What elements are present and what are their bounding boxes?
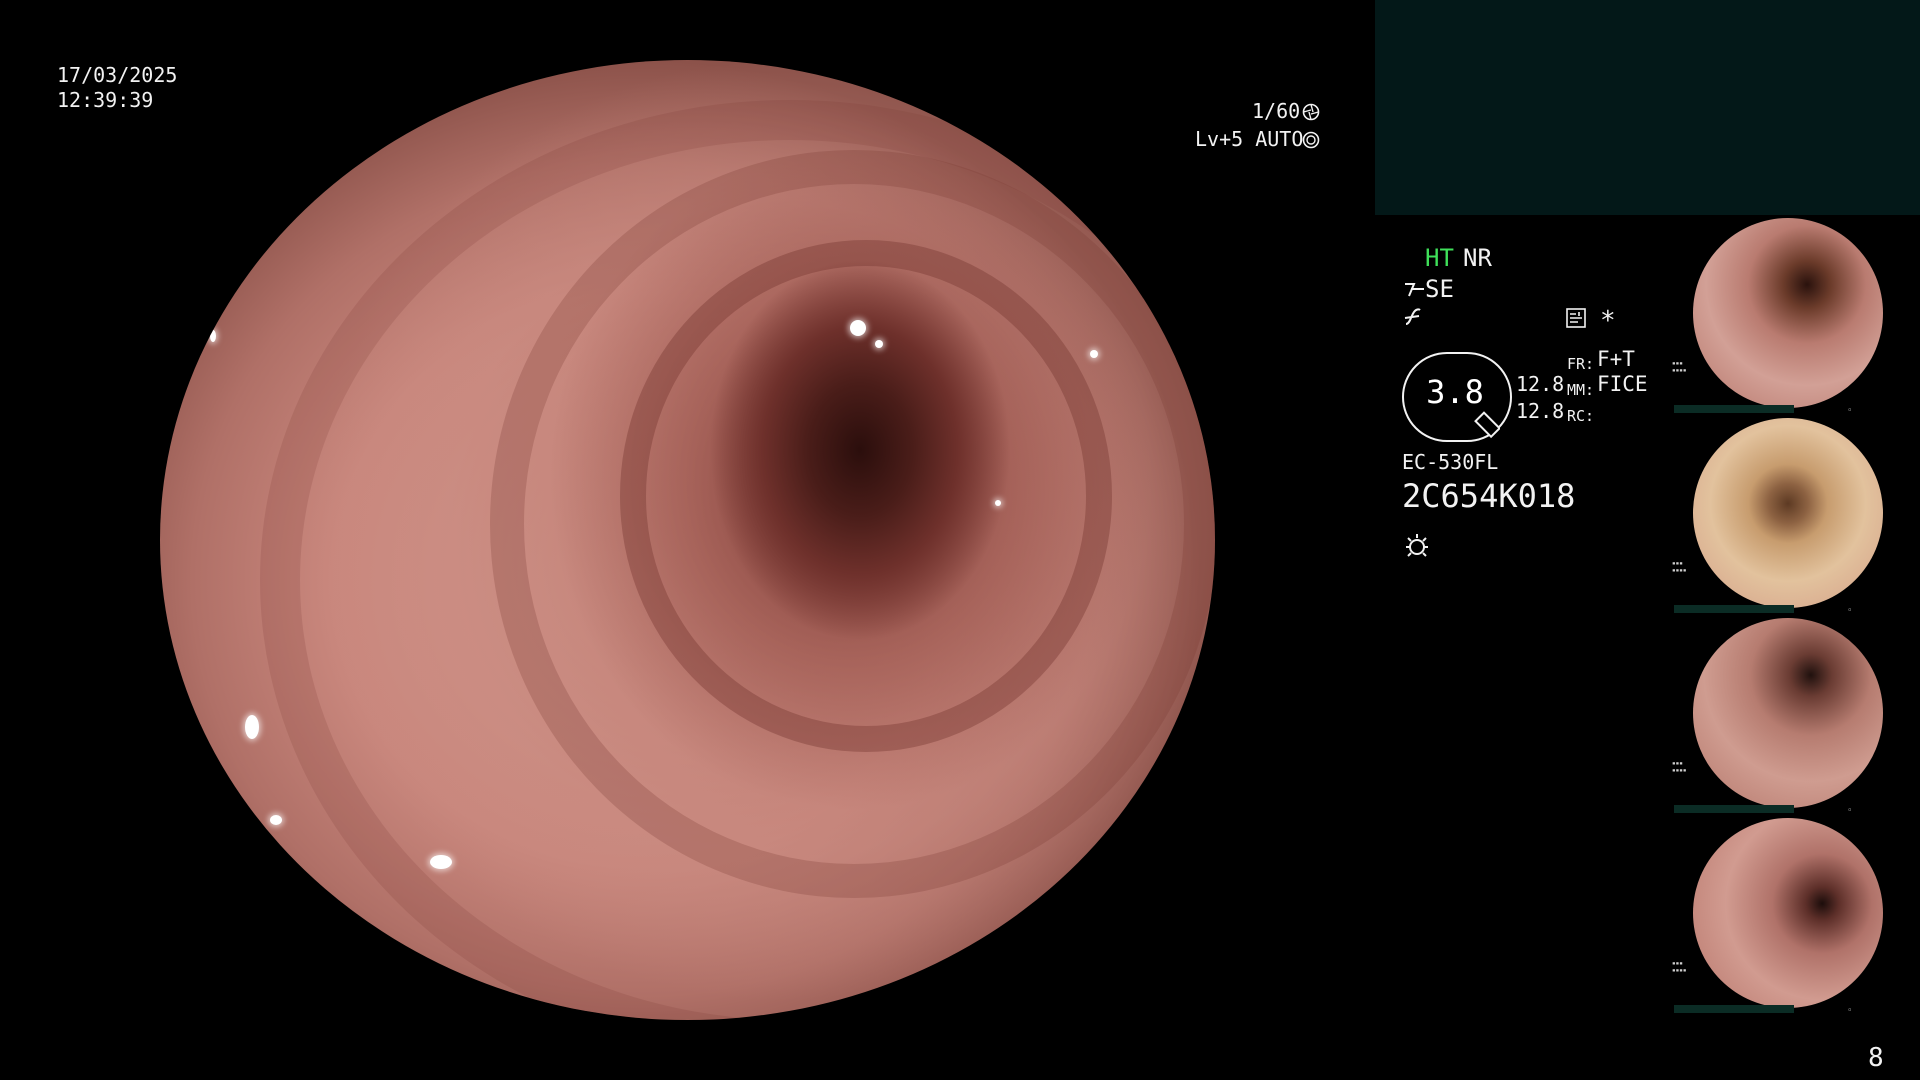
thumbnail-4-dot: ◦ <box>1847 1006 1853 1016</box>
thumbnail-4-meta: ▪▪▪ ▪▪▪▪ <box>1672 960 1687 974</box>
thumbnail-3[interactable] <box>1693 618 1883 808</box>
scope-model: EC-530FL <box>1402 450 1499 474</box>
thumbnail-1[interactable] <box>1693 218 1883 408</box>
thumbnail-3-meta: ▪▪▪ ▪▪▪▪ <box>1672 760 1687 774</box>
zoom-value: 3.8 <box>1426 373 1484 411</box>
thumbnail-3-dot: ◦ <box>1847 806 1853 816</box>
thumbnail-2-bar <box>1674 605 1794 613</box>
structure-enhance-icon <box>1405 283 1424 297</box>
specular-highlight <box>270 815 282 825</box>
ht-label: HT <box>1425 244 1454 272</box>
value-2: 12.8 <box>1516 399 1565 423</box>
thumbnail-3-bar <box>1674 805 1794 813</box>
date-label: 17/03/2025 <box>57 63 178 87</box>
mucosal-fold <box>260 100 1215 1020</box>
thumbnail-1-dot: ◦ <box>1847 406 1853 416</box>
mm-label: MM: <box>1567 381 1595 399</box>
top-right-panel <box>1375 0 1920 215</box>
freeze-icon <box>1566 308 1586 328</box>
level-label: Lv+5 AUTO <box>1195 127 1304 151</box>
thumbnail-2-dot: ◦ <box>1847 606 1853 616</box>
gamma-icon <box>1404 308 1421 325</box>
specular-highlight <box>875 340 883 348</box>
fr-label: FR: <box>1567 355 1595 373</box>
specular-highlight <box>430 855 452 869</box>
fr-value: F+T <box>1597 347 1635 371</box>
specular-highlight <box>245 715 259 739</box>
shutter-label: 1/60 <box>1252 99 1301 123</box>
thumbnail-2[interactable] <box>1693 418 1883 608</box>
specular-highlight <box>995 500 1001 506</box>
thumbnail-1-bar <box>1674 405 1794 413</box>
iris-icon <box>1302 131 1320 149</box>
magnifier-icon <box>1474 411 1500 439</box>
value-1: 12.8 <box>1516 372 1565 396</box>
thumbnail-4-bar <box>1674 1005 1794 1013</box>
specular-highlight <box>1090 350 1098 358</box>
thumbnail-2-meta: ▪▪▪ ▪▪▪▪ <box>1672 560 1687 574</box>
nr-label: NR <box>1463 244 1492 272</box>
mm-value: FICE <box>1597 372 1648 396</box>
scope-serial: 2C654K018 <box>1402 477 1576 515</box>
aperture-icon <box>1302 103 1320 121</box>
page-number: 8 <box>1868 1043 1884 1073</box>
rc-label: RC: <box>1567 407 1595 425</box>
endoscope-main-view <box>160 60 1215 1020</box>
thumbnail-1-meta: ▪▪▪ ▪▪▪▪ <box>1672 360 1687 374</box>
light-source-icon <box>1406 534 1428 557</box>
time-label: 12:39:39 <box>57 88 154 112</box>
specular-highlight <box>850 320 866 336</box>
thumbnail-4[interactable] <box>1693 818 1883 1008</box>
se-label: SE <box>1425 275 1454 303</box>
asterisk-label: * <box>1600 306 1616 336</box>
specular-highlight <box>210 330 216 342</box>
